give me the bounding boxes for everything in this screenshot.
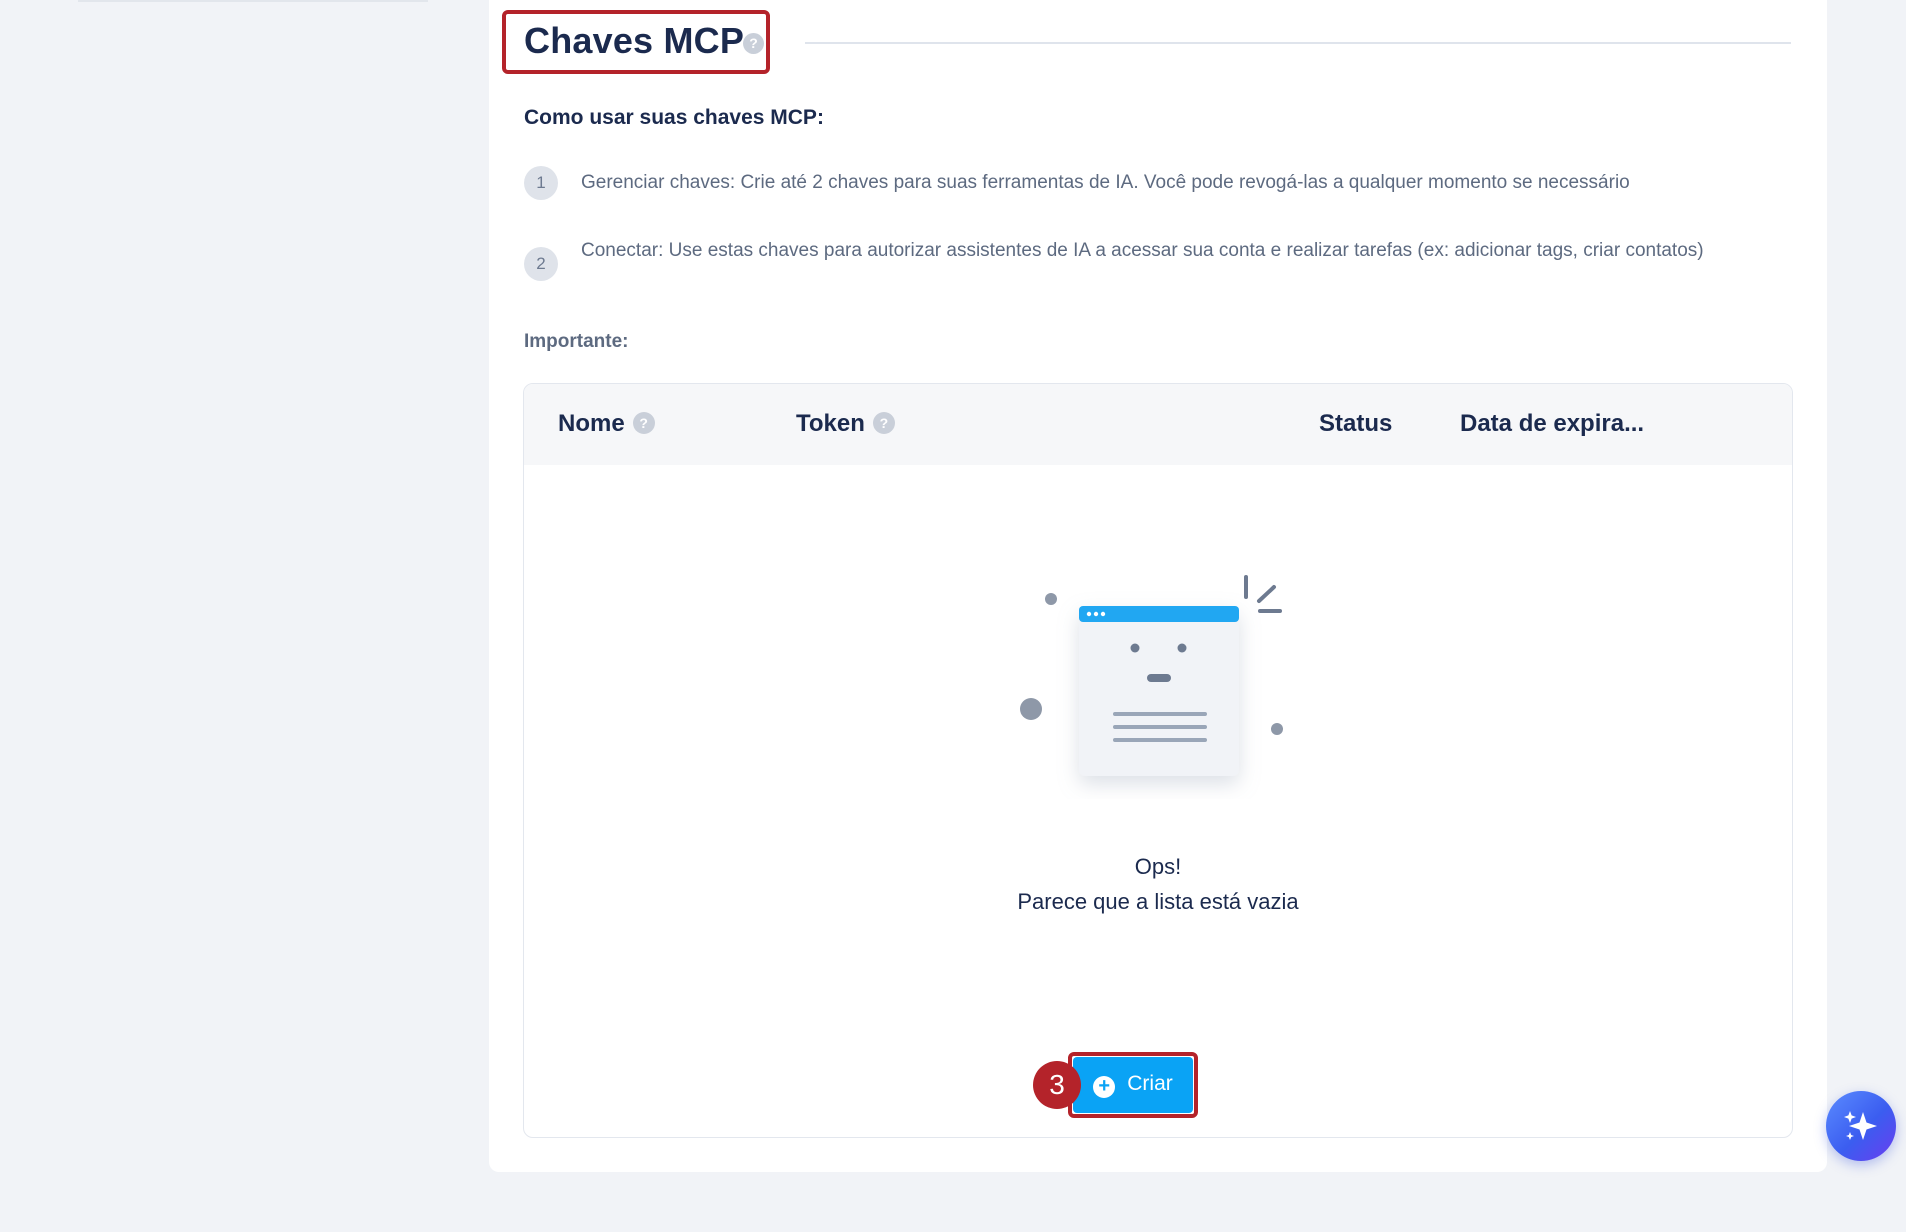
- step-number-badge: 2: [524, 247, 558, 281]
- mcp-keys-panel: Chaves MCP ? Como usar suas chaves MCP: …: [489, 0, 1827, 1172]
- sidebar-edge: [78, 0, 428, 2]
- step-text: Gerenciar chaves: Crie até 2 chaves para…: [581, 172, 1630, 193]
- help-icon[interactable]: ?: [743, 33, 764, 54]
- column-label: Data de expira...: [1460, 410, 1645, 437]
- help-icon[interactable]: ?: [872, 412, 895, 434]
- plus-circle-icon: +: [1093, 1076, 1116, 1098]
- column-header-status[interactable]: Status: [1319, 410, 1392, 438]
- important-label: Importante:: [524, 331, 629, 352]
- column-label: Status: [1319, 410, 1393, 437]
- create-key-button[interactable]: + Criar: [1073, 1057, 1193, 1113]
- column-header-token[interactable]: Token?: [796, 410, 895, 438]
- help-icon[interactable]: ?: [632, 412, 655, 434]
- column-header-expiry[interactable]: Data de expira...: [1460, 410, 1644, 438]
- page-header: Chaves MCP ?: [489, 0, 1827, 90]
- empty-state-message: Parece que a lista está vazia: [1017, 889, 1299, 914]
- step-text: Conectar: Use estas chaves para autoriza…: [581, 240, 1704, 261]
- mcp-keys-table: Nome? Token? Status Data de expira... Op…: [523, 383, 1793, 1138]
- create-button-label: Criar: [1127, 1072, 1173, 1095]
- column-label: Token: [796, 410, 865, 437]
- create-button-container: + Criar: [1068, 1052, 1198, 1118]
- column-label: Nome: [558, 410, 625, 437]
- empty-list-illustration-icon: [1020, 575, 1283, 776]
- sparkle-icon: [1844, 1111, 1877, 1140]
- step-number-badge: 1: [524, 166, 558, 200]
- title-divider: [805, 42, 1791, 44]
- table-header: Nome? Token? Status Data de expira...: [524, 384, 1792, 465]
- empty-state-title: Ops!: [1134, 854, 1182, 879]
- step-marker-badge: 3: [1033, 1061, 1081, 1109]
- column-header-name[interactable]: Nome?: [558, 410, 655, 438]
- ai-assistant-button[interactable]: [1826, 1091, 1896, 1161]
- instructions-heading: Como usar suas chaves MCP:: [524, 106, 824, 129]
- page-title: Chaves MCP: [524, 20, 745, 61]
